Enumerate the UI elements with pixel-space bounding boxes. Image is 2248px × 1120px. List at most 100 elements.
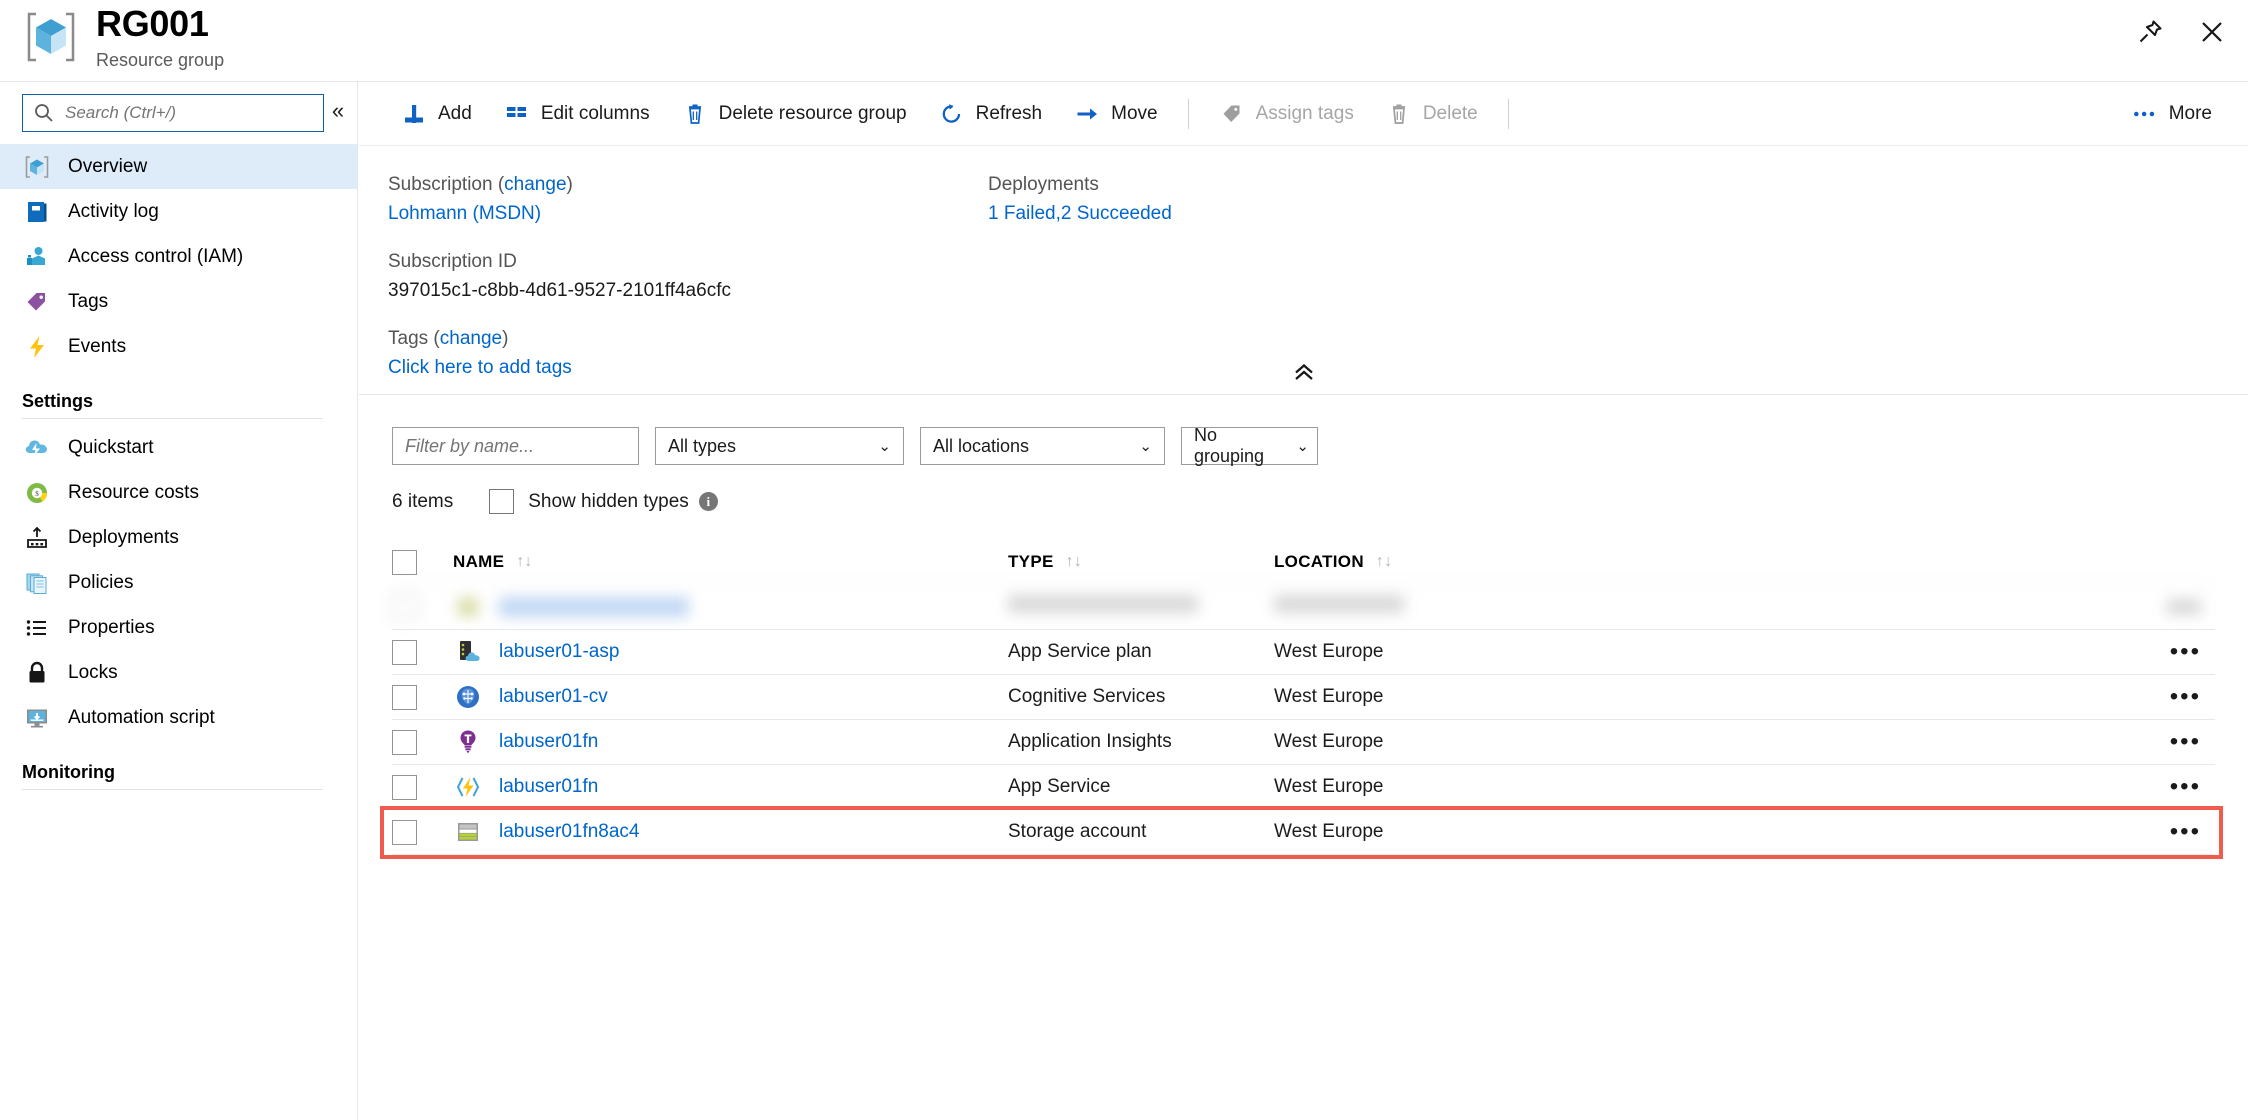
select-all-checkbox[interactable] [392,549,417,575]
resource-link[interactable] [499,597,689,617]
row-checkbox[interactable] [392,729,417,755]
row-menu-button[interactable]: ••• [1634,775,2215,799]
deployments-status-link[interactable]: 1 Failed,2 Succeeded [988,199,1172,229]
sidebar-item-label: Access control (IAM) [68,245,244,267]
delete-resource-group-button[interactable]: Delete resource group [666,92,923,136]
row-name-cell: labuser01fn [453,727,1008,757]
refresh-button[interactable]: Refresh [923,92,1059,136]
row-checkbox[interactable] [392,774,417,800]
sidebar-item-properties[interactable]: Properties [0,605,357,650]
locations-dropdown[interactable]: All locations ⌄ [920,427,1165,465]
resource-link[interactable]: labuser01fn8ac4 [499,821,640,843]
row-menu-button[interactable]: ••• [1634,685,2215,709]
sidebar-divider [22,789,323,790]
sidebar-item-label: Properties [68,616,155,638]
trash-icon [1386,101,1412,127]
row-checkbox[interactable] [392,594,417,620]
page-title-block: RG001 Resource group [96,2,224,72]
chevron-down-icon: ⌄ [878,438,891,455]
pin-icon[interactable] [2132,14,2168,50]
sidebar-item-tags[interactable]: Tags [0,279,357,324]
info-panel-collapse-button[interactable] [359,358,2248,388]
row-location-value: West Europe [1274,641,1384,662]
sidebar-item-overview[interactable]: Overview [0,144,357,189]
delete-button[interactable]: Delete [1370,92,1494,136]
refresh-icon [939,101,965,127]
add-button[interactable]: Add [385,92,488,136]
row-location-value: West Europe [1274,731,1384,752]
move-button[interactable]: Move [1058,92,1173,136]
row-type-value: Cognitive Services [1008,686,1166,707]
ellipsis-icon [2132,101,2158,127]
row-checkbox[interactable] [392,639,417,665]
show-hidden-types-label: Show hidden types [528,490,689,512]
sidebar-item-policies[interactable]: Policies [0,560,357,605]
info-column-left: Subscription (change) Lohmann (MSDN) Sub… [388,170,988,383]
subscription-change-link[interactable]: change [504,174,566,195]
row-menu-button[interactable] [1634,599,2215,615]
app-service-icon [453,772,483,802]
search-box[interactable] [22,94,324,132]
page-title: RG001 [96,3,209,44]
resource-link[interactable]: labuser01fn [499,731,598,753]
window-buttons [2132,14,2230,50]
chevron-down-icon: ⌄ [1139,438,1152,455]
show-hidden-types-checkbox[interactable] [489,489,515,514]
resource-link[interactable]: labuser01-asp [499,641,619,663]
types-dropdown-value: All types [668,435,737,456]
sidebar-item-automation-script[interactable]: Automation script [0,695,357,740]
filter-by-name-input[interactable] [405,435,626,457]
filter-by-name-field[interactable] [392,427,639,465]
search-input[interactable] [65,103,295,123]
row-checkbox[interactable] [392,684,417,710]
subscription-value-link[interactable]: Lohmann (MSDN) [388,199,988,229]
sidebar-item-events[interactable]: Events [0,324,357,369]
row-location-cell [1274,595,1634,619]
subscription-id-value: 397015c1-c8bb-4d61-9527-2101ff4a6cfc [388,280,731,301]
table-row[interactable]: labuser01fn Application Insights West Eu… [392,719,2215,764]
table-row[interactable]: labuser01fn App Service West Europe ••• [392,764,2215,809]
sidebar-item-activity-log[interactable]: Activity log [0,189,357,234]
row-menu-button[interactable]: ••• [1634,820,2215,844]
types-dropdown[interactable]: All types ⌄ [655,427,904,465]
sidebar-item-access-control[interactable]: Access control (IAM) [0,234,357,279]
resource-link[interactable]: labuser01fn [499,776,598,798]
tags-change-link[interactable]: change [440,328,502,349]
more-button[interactable]: More [2132,101,2212,127]
sidebar-collapse-icon[interactable]: « [325,98,351,124]
row-select-cell [392,774,453,800]
row-menu-button[interactable]: ••• [1634,730,2215,754]
assign-tags-button[interactable]: Assign tags [1203,92,1370,136]
row-name-cell [453,592,1008,622]
app-insights-icon [453,727,483,757]
row-name-cell: labuser01-asp [453,637,1008,667]
more-button-label: More [2168,102,2212,124]
title-bar: RG001 Resource group [0,0,2248,82]
grouping-dropdown[interactable]: No grouping ⌄ [1181,425,1318,466]
resource-link[interactable]: labuser01-cv [499,686,608,708]
column-header-name[interactable]: NAME ↑↓ [453,552,1008,572]
column-header-location[interactable]: LOCATION ↑↓ [1274,551,1634,573]
close-icon[interactable] [2194,14,2230,50]
sidebar-section-settings: Settings [22,391,94,411]
sidebar-item-quickstart[interactable]: Quickstart [0,425,357,470]
sidebar-item-resource-costs[interactable]: $ Resource costs [0,470,357,515]
column-header-type[interactable]: TYPE ↑↓ [1008,551,1274,573]
row-checkbox[interactable] [392,819,417,845]
edit-columns-button[interactable]: Edit columns [488,92,666,136]
table-row[interactable]: labuser01fn8ac4 Storage account West Eur… [380,806,2223,859]
tags-label: Tags [388,328,429,349]
sidebar-item-locks[interactable]: Locks [0,650,357,695]
table-row[interactable] [392,584,2215,629]
row-select-cell [392,729,453,755]
table-row[interactable]: labuser01-cv Cognitive Services West Eur… [392,674,2215,719]
sidebar-item-deployments[interactable]: Deployments [0,515,357,560]
info-icon[interactable]: i [698,492,718,511]
table-row[interactable]: labuser01-asp App Service plan West Euro… [392,629,2215,674]
row-menu-button[interactable]: ••• [1634,640,2215,664]
row-name-cell: labuser01fn [453,772,1008,802]
resource-group-cube-icon [22,8,80,66]
redacted-icon [453,592,483,622]
trash-icon [682,101,708,127]
